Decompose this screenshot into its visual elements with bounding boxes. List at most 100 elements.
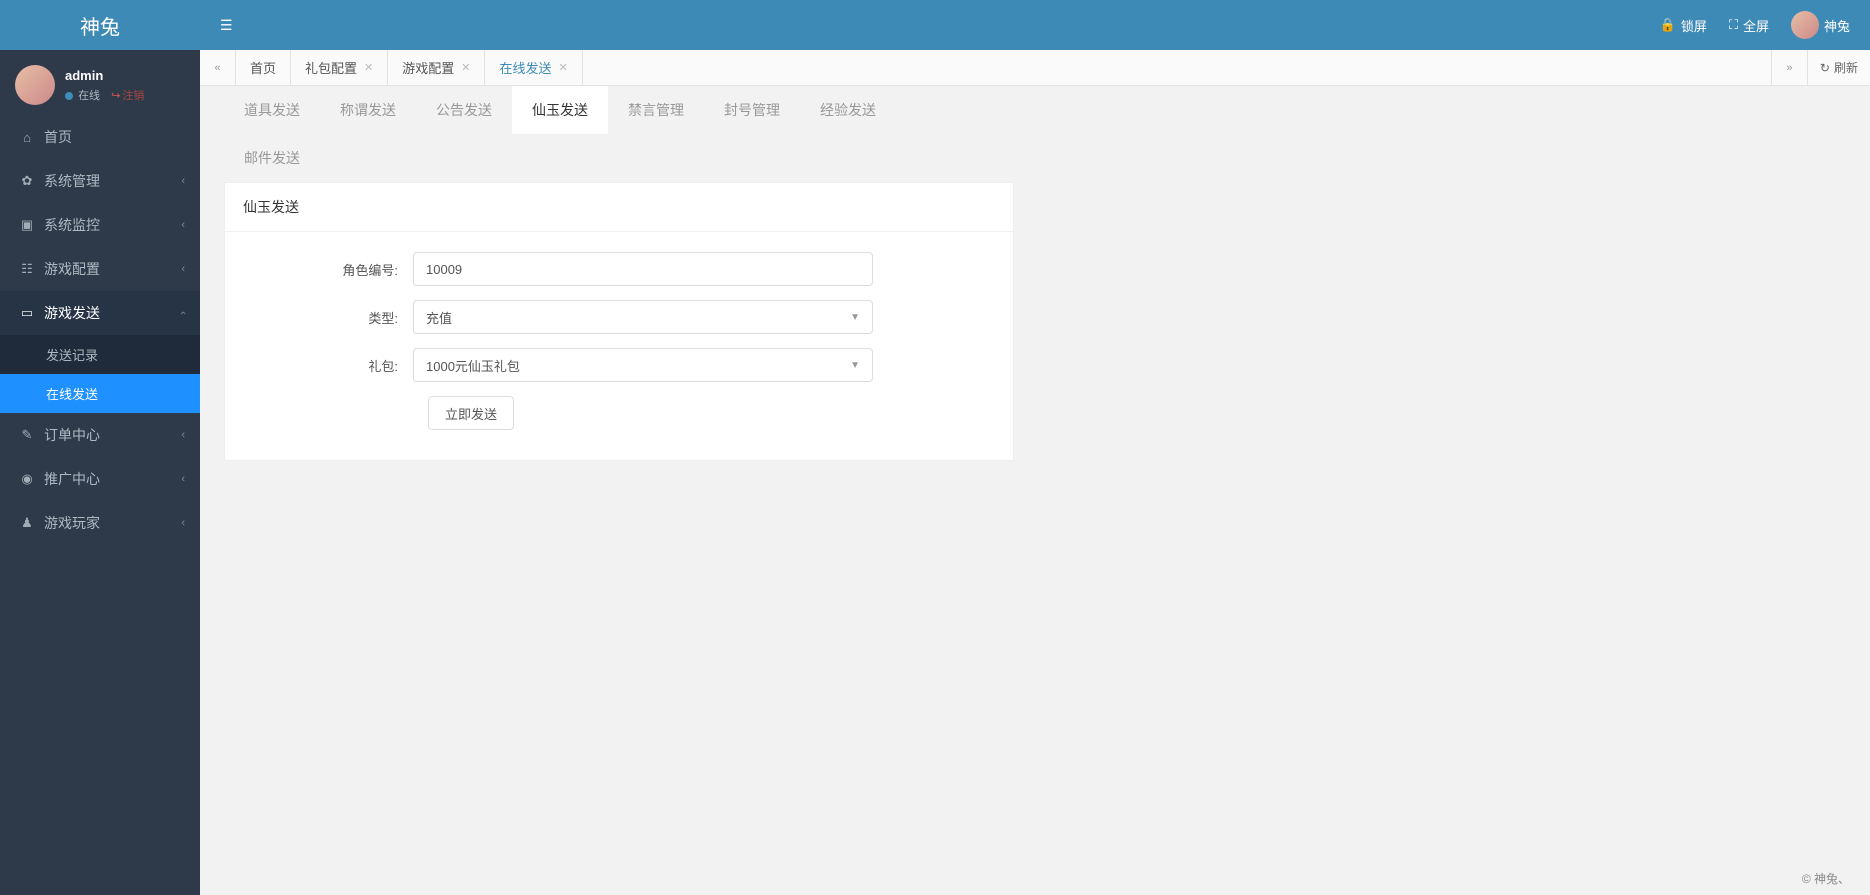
sidebar-nav: ⌂ 首页 ✿ 系统管理 ‹ ▣ 系统监控 ‹ ☷ 游戏配置 ‹ ▭ 游戏发送 ‹ [0, 115, 200, 545]
tab-close-icon[interactable]: ✕ [461, 61, 470, 74]
online-label: 在线 [78, 90, 100, 102]
gift-label: 礼包: [243, 356, 413, 375]
fullscreen-label: 全屏 [1743, 16, 1769, 35]
online-dot-icon [65, 92, 73, 100]
tab-label: 首页 [250, 58, 276, 77]
form-row-role-id: 角色编号: [243, 252, 995, 286]
sidebar-item-game-send[interactable]: ▭ 游戏发送 ‹ [0, 291, 200, 335]
refresh-button[interactable]: ↻ 刷新 [1807, 50, 1870, 85]
eye-icon: ◉ [18, 471, 36, 487]
tab-home[interactable]: 首页 [236, 50, 291, 85]
chevron-left-icon: ‹ [181, 473, 185, 485]
avatar-icon [1791, 11, 1819, 39]
inner-tab-notice-send[interactable]: 公告发送 [416, 86, 512, 134]
inner-tab-ban-manage[interactable]: 封号管理 [704, 86, 800, 134]
sidebar-item-sys-monitor[interactable]: ▣ 系统监控 ‹ [0, 203, 200, 247]
dashboard-icon: ☷ [18, 261, 36, 277]
pin-icon: ✎ [18, 427, 36, 443]
chevron-down-icon: ‹ [177, 311, 189, 315]
inner-tab-mail-send[interactable]: 邮件发送 [224, 134, 320, 182]
tab-label: 在线发送 [499, 58, 551, 77]
inner-tab-title-send[interactable]: 称谓发送 [320, 86, 416, 134]
gift-value: 1000元仙玉礼包 [426, 356, 520, 375]
signout-icon: ↪ [111, 90, 120, 102]
tab-close-icon[interactable]: ✕ [364, 61, 373, 74]
form: 角色编号: 类型: 充值 ▼ 礼包: 1000元仙玉礼包 [225, 232, 1013, 460]
inner-tabs: 道具发送 称谓发送 公告发送 仙玉发送 禁言管理 封号管理 经验发送 邮件发送 [200, 86, 1870, 182]
card-icon: ▭ [18, 305, 36, 321]
sidebar-label: 系统监控 [44, 215, 100, 235]
inner-tab-item-send[interactable]: 道具发送 [224, 86, 320, 134]
refresh-label: 刷新 [1834, 59, 1858, 76]
inner-tab-xianyu-send[interactable]: 仙玉发送 [512, 86, 608, 134]
brand-logo[interactable]: 神兔 [0, 11, 200, 40]
double-chevron-right-icon: » [1786, 62, 1792, 74]
expand-icon: ⛶ [1729, 17, 1738, 33]
tabs-scroll-left[interactable]: « [200, 50, 236, 85]
home-icon: ⌂ [18, 130, 36, 145]
sidebar-item-home[interactable]: ⌂ 首页 [0, 115, 200, 159]
submit-button[interactable]: 立即发送 [428, 396, 514, 430]
tab-label: 游戏配置 [402, 58, 454, 77]
sidebar-label: 游戏发送 [44, 303, 100, 323]
double-chevron-left-icon: « [214, 62, 220, 74]
sidebar-label: 首页 [44, 127, 72, 147]
type-value: 充值 [426, 308, 452, 327]
tabs-scroll-right[interactable]: » [1771, 50, 1807, 85]
lock-screen-button[interactable]: 🔒 锁屏 [1660, 16, 1707, 35]
logout-link[interactable]: ↪注销 [111, 90, 144, 102]
chevron-left-icon: ‹ [181, 263, 185, 275]
camera-icon: ▣ [18, 217, 36, 233]
sidebar-item-sys-manage[interactable]: ✿ 系统管理 ‹ [0, 159, 200, 203]
tab-label: 礼包配置 [305, 58, 357, 77]
sidebar-label: 系统管理 [44, 171, 100, 191]
caret-down-icon: ▼ [850, 360, 860, 371]
user-icon: ♟ [18, 515, 36, 531]
refresh-icon: ↻ [1820, 61, 1830, 75]
inner-tab-mute-manage[interactable]: 禁言管理 [608, 86, 704, 134]
page-tabs-list: 首页 礼包配置 ✕ 游戏配置 ✕ 在线发送 ✕ [236, 50, 1771, 85]
caret-down-icon: ▼ [850, 312, 860, 323]
sidebar-username: admin [65, 68, 144, 83]
sidebar-label: 游戏玩家 [44, 513, 100, 533]
tab-gift-config[interactable]: 礼包配置 ✕ [291, 50, 388, 85]
role-id-input[interactable] [413, 252, 873, 286]
lock-label: 锁屏 [1681, 16, 1707, 35]
sidebar-item-promo-center[interactable]: ◉ 推广中心 ‹ [0, 457, 200, 501]
gear-icon: ✿ [18, 173, 36, 189]
gift-select[interactable]: 1000元仙玉礼包 ▼ [413, 348, 873, 382]
sidebar-subitem-send-record[interactable]: 发送记录 [0, 335, 200, 374]
main-area: « 首页 礼包配置 ✕ 游戏配置 ✕ 在线发送 ✕ [200, 50, 1870, 895]
sidebar-label: 订单中心 [44, 425, 100, 445]
chevron-left-icon: ‹ [181, 429, 185, 441]
inner-tab-exp-send[interactable]: 经验发送 [800, 86, 896, 134]
sidebar-item-order-center[interactable]: ✎ 订单中心 ‹ [0, 413, 200, 457]
sidebar-status: 在线 ↪注销 [65, 87, 144, 103]
sidebar-subitem-online-send[interactable]: 在线发送 [0, 374, 200, 413]
tab-game-config[interactable]: 游戏配置 ✕ [388, 50, 485, 85]
form-row-gift: 礼包: 1000元仙玉礼包 ▼ [243, 348, 995, 382]
page-tabs-bar: « 首页 礼包配置 ✕ 游戏配置 ✕ 在线发送 ✕ [200, 50, 1870, 86]
sidebar-label: 推广中心 [44, 469, 100, 489]
sidebar: admin 在线 ↪注销 ⌂ 首页 ✿ 系统管理 ‹ [0, 50, 200, 895]
lock-icon: 🔒 [1660, 17, 1676, 33]
sidebar-user: admin 在线 ↪注销 [0, 50, 200, 115]
top-header: 神兔 ☰ 🔒 锁屏 ⛶ 全屏 神兔 [0, 0, 1870, 50]
fullscreen-button[interactable]: ⛶ 全屏 [1729, 16, 1769, 35]
role-id-label: 角色编号: [243, 260, 413, 279]
footer-copyright: © 神兔、 [1802, 870, 1850, 887]
sidebar-submenu-game-send: 发送记录 在线发送 [0, 335, 200, 413]
panel-title: 仙玉发送 [225, 183, 1013, 232]
type-label: 类型: [243, 308, 413, 327]
sidebar-item-game-player[interactable]: ♟ 游戏玩家 ‹ [0, 501, 200, 545]
sidebar-label: 游戏配置 [44, 259, 100, 279]
avatar-icon [15, 65, 55, 105]
menu-toggle-button[interactable]: ☰ [200, 17, 253, 34]
form-row-type: 类型: 充值 ▼ [243, 300, 995, 334]
type-select[interactable]: 充值 ▼ [413, 300, 873, 334]
chevron-left-icon: ‹ [181, 175, 185, 187]
tab-online-send[interactable]: 在线发送 ✕ [485, 50, 582, 85]
tab-close-icon[interactable]: ✕ [559, 61, 568, 74]
sidebar-item-game-config[interactable]: ☷ 游戏配置 ‹ [0, 247, 200, 291]
header-user-button[interactable]: 神兔 [1791, 11, 1850, 39]
